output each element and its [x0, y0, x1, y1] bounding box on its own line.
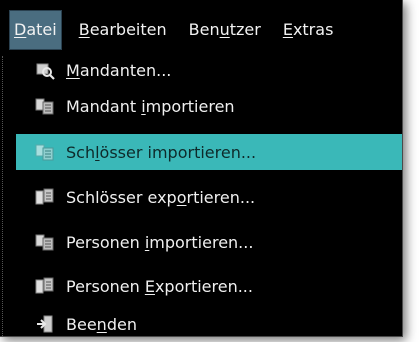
menu-item-schloesser-importieren[interactable]: Schlösser importieren... — [16, 134, 402, 170]
menu-datei[interactable]: Datei — [9, 10, 62, 50]
menu-benutzer[interactable]: Benutzer — [185, 11, 265, 49]
menu-left-divider — [2, 56, 3, 336]
menu-item-mandanten[interactable]: Mandanten... — [16, 52, 402, 88]
menu-bearbeiten[interactable]: Bearbeiten — [75, 11, 171, 49]
exit-icon — [34, 313, 56, 335]
datei-dropdown: Mandanten... Mandant importieren Schlöss… — [10, 50, 402, 336]
search-db-icon — [34, 59, 56, 81]
menu-item-personen-exportieren[interactable]: Personen Exportieren... — [16, 268, 402, 304]
import-icon — [34, 95, 56, 117]
export-icon — [34, 186, 56, 208]
menu-extras[interactable]: Extras — [279, 11, 338, 49]
import-icon — [34, 231, 56, 253]
menu-window: Datei Bearbeiten Benutzer Extras Mandant… — [0, 0, 403, 337]
import-icon — [34, 141, 56, 163]
menu-item-schloesser-exportieren[interactable]: Schlösser exportieren... — [16, 179, 402, 215]
menu-item-personen-importieren[interactable]: Personen importieren... — [16, 224, 402, 260]
menu-item-beenden[interactable]: Beenden — [16, 306, 402, 342]
menu-item-mandant-importieren[interactable]: Mandant importieren — [16, 88, 402, 124]
export-icon — [34, 275, 56, 297]
menubar: Datei Bearbeiten Benutzer Extras — [9, 10, 402, 50]
